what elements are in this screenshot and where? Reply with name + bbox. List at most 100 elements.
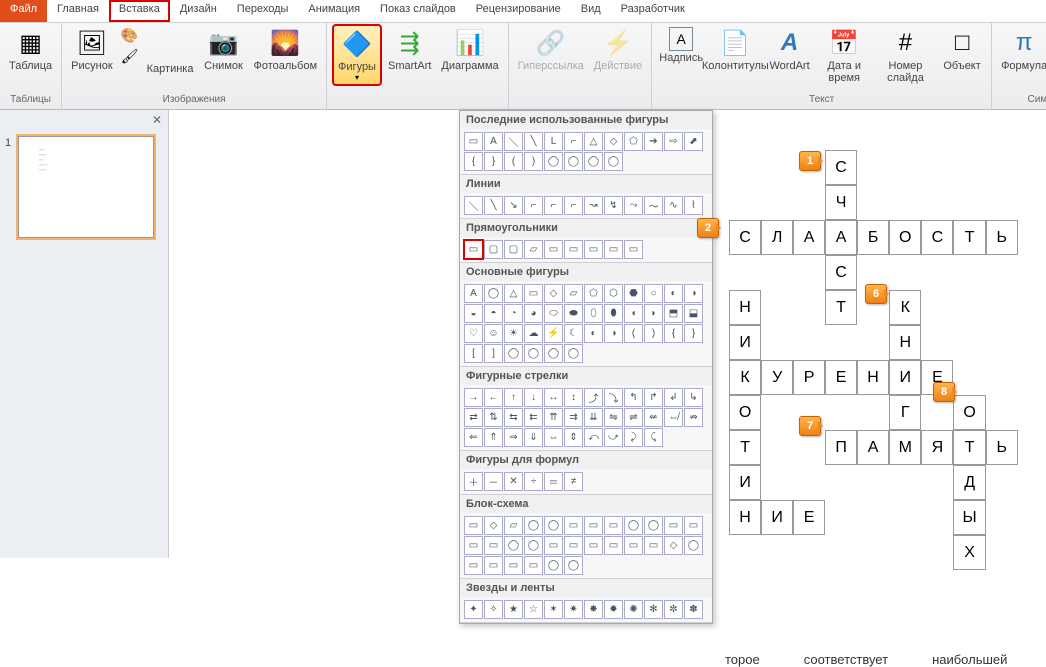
shape-option[interactable]: ▭	[464, 516, 483, 535]
shape-option[interactable]: ◖	[624, 304, 643, 323]
tab-review[interactable]: Рецензирование	[466, 0, 571, 22]
shape-option[interactable]: →	[464, 388, 483, 407]
shape-option[interactable]: ▭	[564, 240, 583, 259]
shape-option[interactable]: ◯	[484, 284, 503, 303]
shape-option[interactable]: ▭	[584, 240, 603, 259]
shape-option[interactable]: ↘	[504, 196, 523, 215]
shape-option[interactable]: ⇅	[484, 408, 503, 427]
shape-option[interactable]: ▭	[464, 536, 483, 555]
shape-option[interactable]: ⇄	[464, 408, 483, 427]
shape-option[interactable]: ◓	[484, 304, 503, 323]
shape-option[interactable]: ～	[644, 196, 663, 215]
shape-option[interactable]: }	[684, 324, 703, 343]
shape-option[interactable]: ⇔	[544, 428, 563, 447]
shape-option[interactable]: ▭	[604, 536, 623, 555]
tab-animation[interactable]: Анимация	[298, 0, 370, 22]
shape-option[interactable]: ↯	[604, 196, 623, 215]
close-panel-icon[interactable]: ✕	[152, 113, 162, 127]
shape-option[interactable]: ↔	[544, 388, 563, 407]
shape-option[interactable]: ＼	[464, 196, 483, 215]
shape-option[interactable]: ]	[484, 344, 503, 363]
shape-option[interactable]: ✷	[564, 600, 583, 619]
shape-option[interactable]: ▭	[544, 240, 563, 259]
shape-option[interactable]: ⬬	[564, 304, 583, 323]
shape-option[interactable]: ✦	[464, 600, 483, 619]
shape-option[interactable]: ▭	[484, 536, 503, 555]
shape-option[interactable]: {	[664, 324, 683, 343]
shape-option[interactable]: ▭	[564, 536, 583, 555]
shape-option[interactable]: ⬓	[684, 304, 703, 323]
shape-option[interactable]: ≠	[564, 472, 583, 491]
shape-option[interactable]: ∿	[664, 196, 683, 215]
screenshot-button[interactable]: 📷Снимок	[200, 25, 246, 74]
shape-option[interactable]: ⇈	[544, 408, 563, 427]
shape-option[interactable]: ⬣	[624, 284, 643, 303]
shape-option[interactable]: ☁	[524, 324, 543, 343]
tab-view[interactable]: Вид	[571, 0, 611, 22]
shape-option[interactable]: }	[484, 152, 503, 171]
shape-option[interactable]: ▭	[524, 556, 543, 575]
shape-option[interactable]: ◑	[684, 284, 703, 303]
shape-option[interactable]: ↕	[564, 388, 583, 407]
slide-thumbnail[interactable]: 1 ▫▫▫▫▫▫▫▫▫▫▫▫▫▫▫▫▫▫▫▫▫▫▫	[18, 136, 154, 238]
shape-option[interactable]: ▭	[484, 556, 503, 575]
shape-option[interactable]: ▭	[624, 240, 643, 259]
shape-option[interactable]: )	[524, 152, 543, 171]
shape-option[interactable]: ⤻	[604, 428, 623, 447]
shape-option[interactable]: ⌇	[684, 196, 703, 215]
shape-option[interactable]: ✽	[684, 600, 703, 619]
shape-option[interactable]: ↓	[524, 388, 543, 407]
shape-option[interactable]: ☀	[504, 324, 523, 343]
shape-option[interactable]: ◯	[524, 344, 543, 363]
shape-option[interactable]: ◯	[544, 556, 563, 575]
shape-option[interactable]: ⤹	[644, 428, 663, 447]
shape-option[interactable]: ◐	[584, 324, 603, 343]
shape-option[interactable]: ▭	[584, 536, 603, 555]
shape-option[interactable]: ⬠	[584, 284, 603, 303]
shape-option[interactable]: ◇	[604, 132, 623, 151]
shape-option[interactable]: (	[624, 324, 643, 343]
shape-option[interactable]: ♡	[464, 324, 483, 343]
shape-option[interactable]: ⬮	[604, 304, 623, 323]
shape-option[interactable]: ⇍	[644, 408, 663, 427]
hyperlink-button[interactable]: 🔗Гиперссылка	[515, 25, 587, 74]
shape-option[interactable]: ⤵	[604, 388, 623, 407]
shape-option[interactable]: △	[504, 284, 523, 303]
shape-option[interactable]: ◗	[644, 304, 663, 323]
shape-option[interactable]: (	[504, 152, 523, 171]
shape-option[interactable]: ☆	[524, 600, 543, 619]
shape-option[interactable]: [	[464, 344, 483, 363]
shape-option[interactable]: ＋	[464, 472, 483, 491]
smartart-button[interactable]: ⇶SmartArt	[385, 25, 434, 74]
tab-developer[interactable]: Разработчик	[611, 0, 695, 22]
shape-option[interactable]: ⇐	[464, 428, 483, 447]
photoalbum-button[interactable]: 🌄Фотоальбом	[250, 25, 320, 74]
shape-option[interactable]: ⌐	[564, 196, 583, 215]
shape-option[interactable]: ◑	[604, 324, 623, 343]
shape-option[interactable]: ◕	[524, 304, 543, 323]
shape-option[interactable]: ◯	[524, 516, 543, 535]
shape-option[interactable]: ☺	[484, 324, 503, 343]
shape-option[interactable]: ＝	[544, 472, 563, 491]
shape-option[interactable]: ⇉	[564, 408, 583, 427]
shape-option[interactable]: ☾	[564, 324, 583, 343]
shape-option[interactable]: ╲	[484, 196, 503, 215]
shape-option[interactable]: ←	[484, 388, 503, 407]
shape-option[interactable]: ▭	[524, 284, 543, 303]
shape-option[interactable]: ◯	[624, 516, 643, 535]
shape-option[interactable]: ◯	[564, 556, 583, 575]
shape-option[interactable]: ▭	[464, 132, 483, 151]
shape-option[interactable]: ⤴	[584, 388, 603, 407]
tab-file[interactable]: Файл	[0, 0, 47, 22]
shape-option[interactable]: ▱	[504, 516, 523, 535]
shape-option[interactable]: ↑	[504, 388, 523, 407]
tab-transitions[interactable]: Переходы	[227, 0, 299, 22]
equation-button[interactable]: πФормула	[998, 25, 1046, 74]
shape-option[interactable]: A	[464, 284, 483, 303]
textbox-button[interactable]: AНадпись	[658, 25, 704, 66]
shape-option[interactable]: ⇎	[664, 408, 683, 427]
shape-option[interactable]: ◇	[664, 536, 683, 555]
shape-option[interactable]: ⇌	[624, 408, 643, 427]
shape-option[interactable]: ⬠	[624, 132, 643, 151]
shape-option[interactable]: ★	[504, 600, 523, 619]
